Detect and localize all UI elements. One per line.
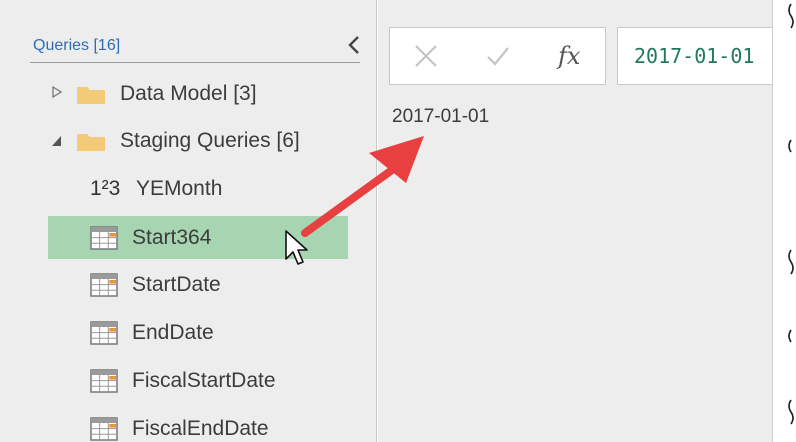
query-item-label: Start364 <box>132 225 212 249</box>
query-item-label: EndDate <box>132 321 214 344</box>
formula-bar-buttons: fx <box>389 27 606 85</box>
power-query-editor-screenshot: Queries [16] Data Model [3] Staging Quer… <box>0 0 796 442</box>
preview-value: 2017-01-01 <box>392 106 490 127</box>
table-icon <box>90 225 118 250</box>
cropped-edge-glyphs <box>788 3 794 425</box>
close-icon <box>415 45 437 67</box>
folder-icon <box>76 130 106 152</box>
expand-triangle-icon[interactable] <box>51 86 63 98</box>
query-item-label: FiscalStartDate <box>132 369 276 392</box>
tree-item-data-model[interactable]: Data Model [3] <box>76 74 257 114</box>
query-item-startdate[interactable]: StartDate <box>90 265 221 305</box>
query-item-yemonth[interactable]: 1²3 YEMonth <box>90 169 222 209</box>
folder-icon <box>76 83 106 105</box>
query-item-label: StartDate <box>132 273 221 296</box>
formula-input[interactable]: 2017-01-01 <box>617 27 787 85</box>
table-icon <box>90 321 118 345</box>
header-divider <box>30 62 360 63</box>
query-item-fiscalenddate[interactable]: FiscalEndDate <box>90 409 269 442</box>
cancel-formula-button[interactable] <box>390 28 462 84</box>
queries-pane-header: Queries [16] <box>33 37 121 54</box>
table-icon <box>90 417 118 441</box>
tree-item-staging-queries[interactable]: Staging Queries [6] <box>76 121 300 161</box>
right-edge-panel <box>772 0 796 442</box>
commit-formula-button[interactable] <box>462 28 534 84</box>
collapse-triangle-icon[interactable] <box>51 135 63 147</box>
query-item-label: FiscalEndDate <box>132 417 269 440</box>
tree-item-label: Staging Queries [6] <box>120 129 300 152</box>
checkmark-icon <box>486 47 509 66</box>
number-type-icon: 1²3 <box>90 177 121 200</box>
collapse-pane-chevron-icon[interactable] <box>344 33 364 57</box>
tree-item-label: Data Model [3] <box>120 82 257 105</box>
mouse-pointer-icon <box>285 230 308 265</box>
queries-pane: Queries [16] Data Model [3] Staging Quer… <box>0 0 377 442</box>
query-item-enddate[interactable]: EndDate <box>90 313 214 353</box>
query-item-label: YEMonth <box>136 177 223 200</box>
table-icon <box>90 369 118 393</box>
fx-icon: fx <box>557 42 581 70</box>
formula-and-preview-area: fx 2017-01-01 2017-01-01 <box>378 0 787 442</box>
insert-function-button[interactable]: fx <box>533 28 605 84</box>
query-item-fiscalstartdate[interactable]: FiscalStartDate <box>90 361 276 401</box>
table-icon <box>90 273 118 297</box>
